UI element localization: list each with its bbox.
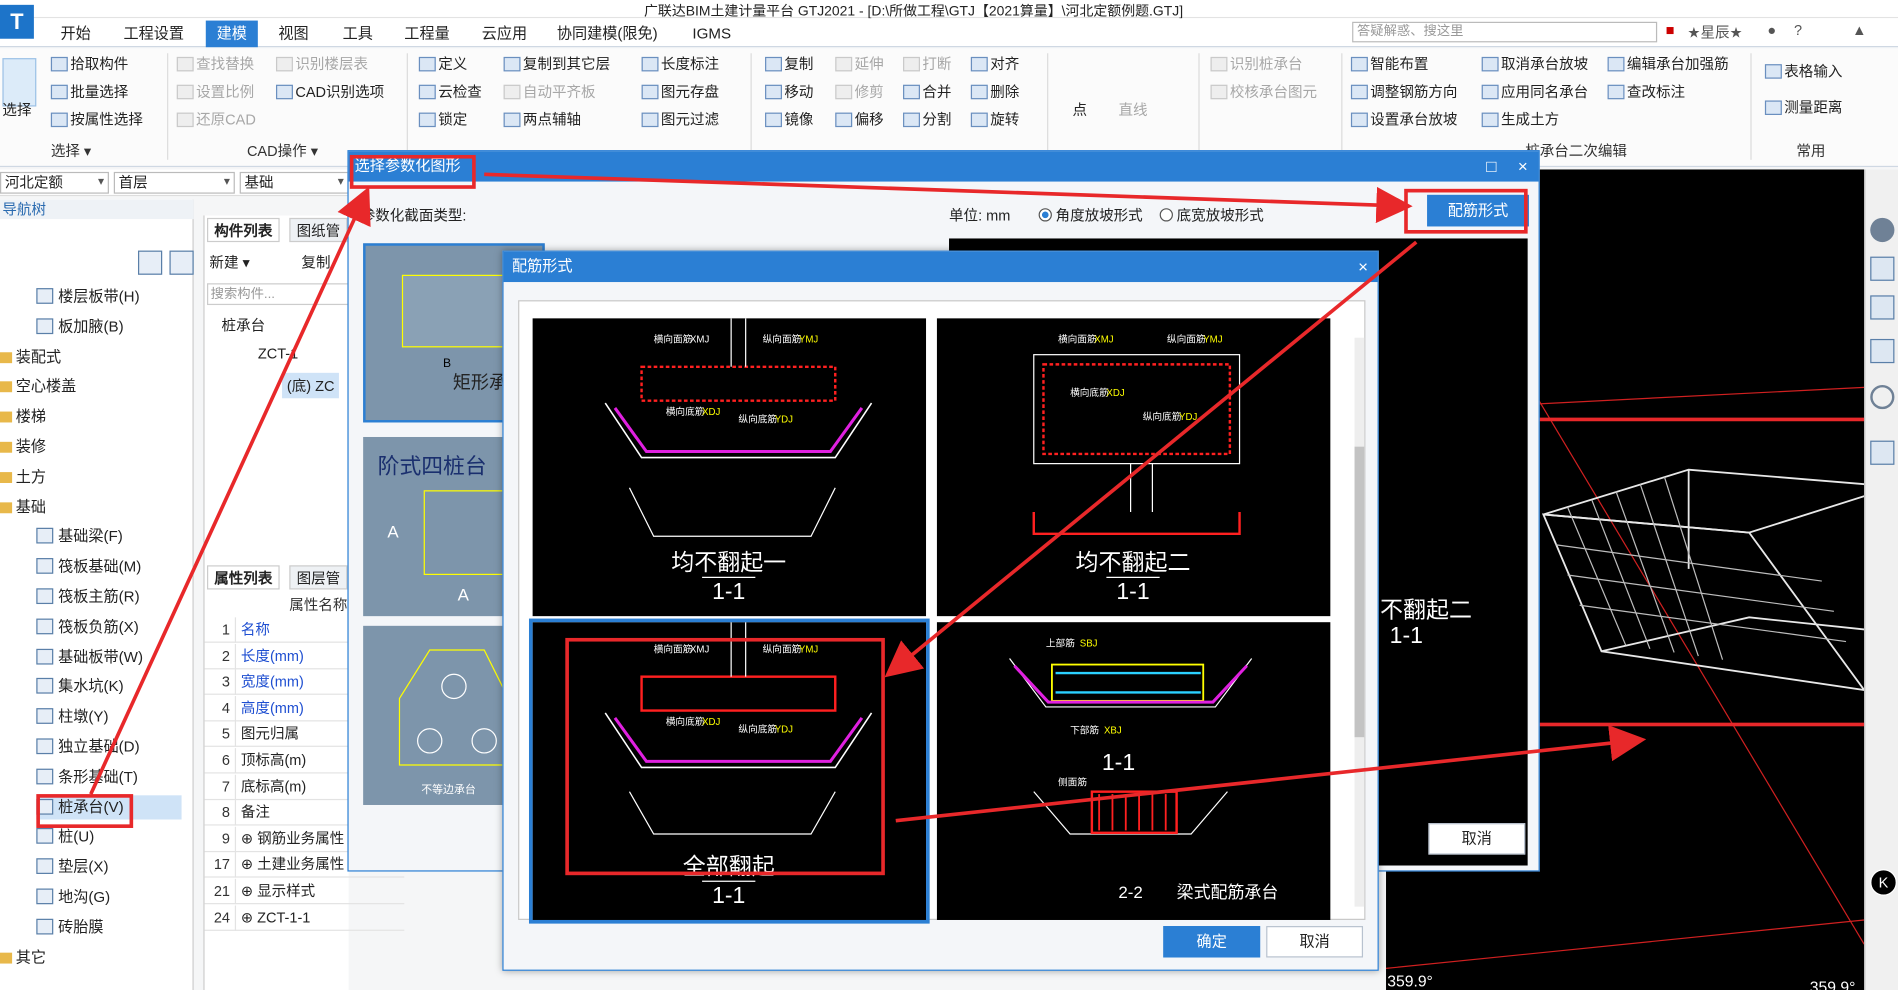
- annotation-arrows: [89, 172, 1647, 823]
